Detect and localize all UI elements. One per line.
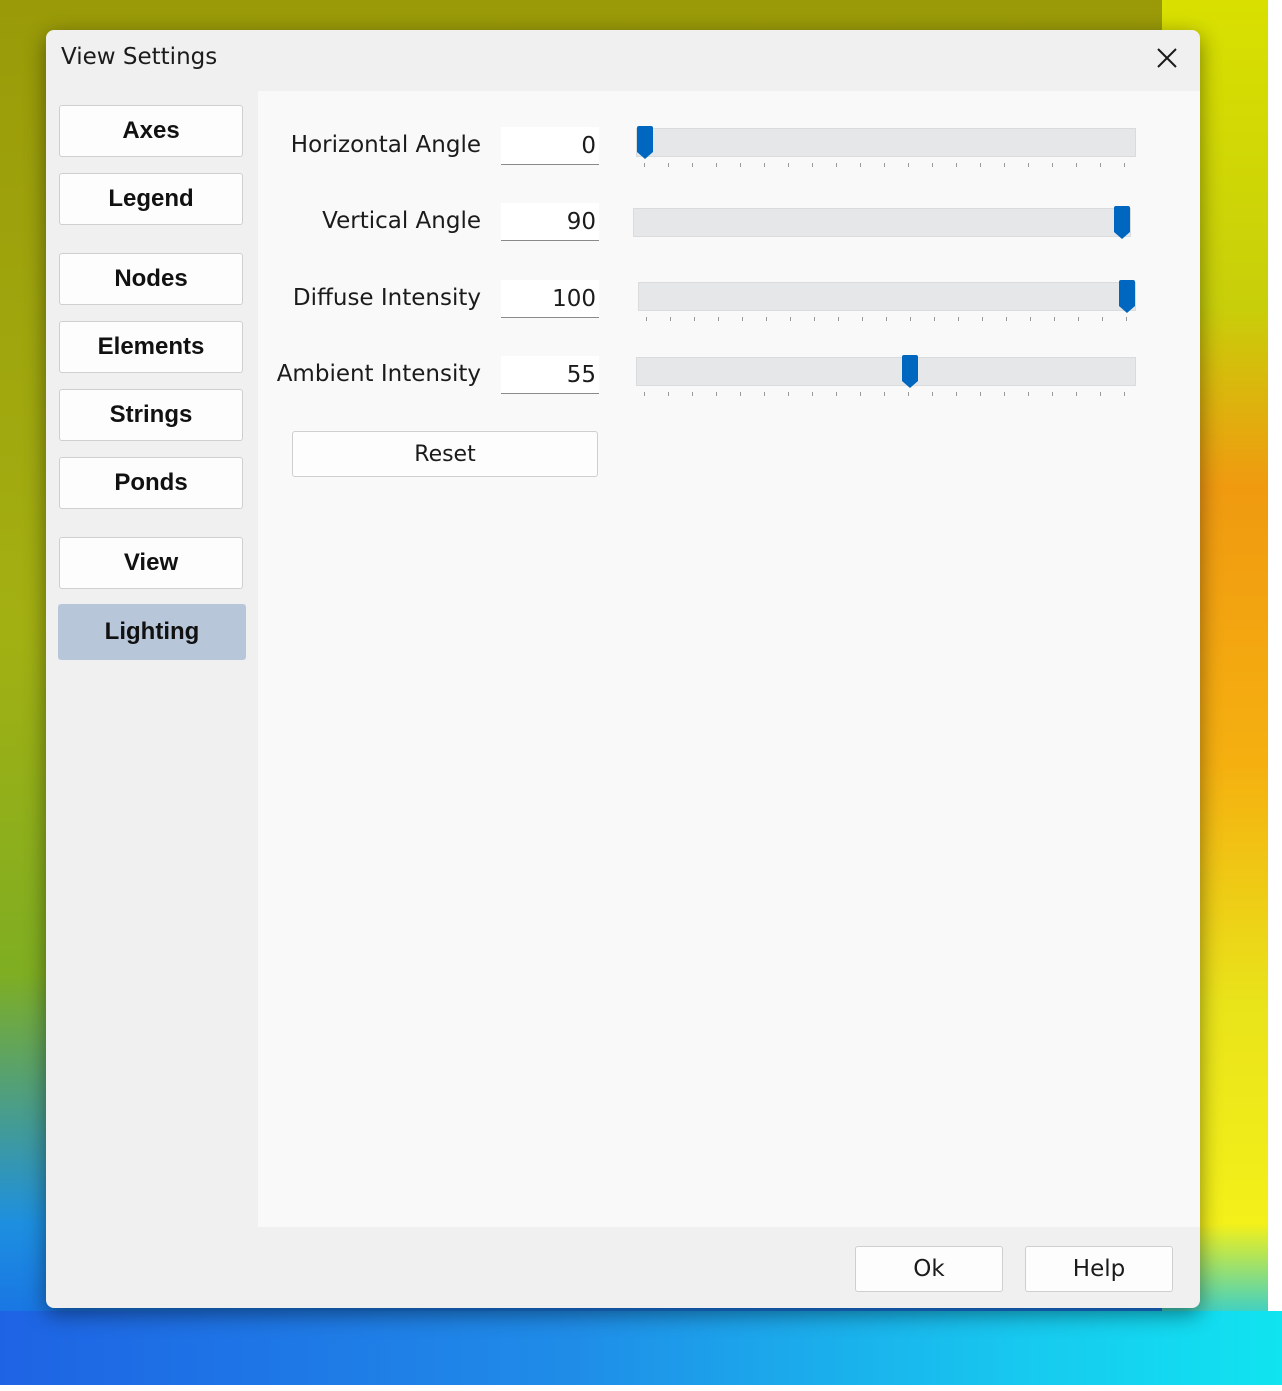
nav-ponds-button[interactable]: Ponds	[59, 457, 243, 509]
vertical-angle-label: Vertical Angle	[322, 208, 481, 234]
ambient-intensity-slider[interactable]	[636, 355, 1136, 401]
ok-button[interactable]: Ok	[855, 1246, 1003, 1292]
background-rim	[1268, 0, 1282, 1391]
ambient-intensity-input[interactable]: 55	[501, 356, 599, 394]
diffuse-intensity-slider[interactable]	[638, 280, 1136, 326]
slider-track	[638, 282, 1136, 311]
nav-legend-button[interactable]: Legend	[59, 173, 243, 225]
help-button[interactable]: Help	[1025, 1246, 1173, 1292]
nav-view-button[interactable]: View	[59, 537, 243, 589]
diffuse-intensity-label: Diffuse Intensity	[292, 285, 481, 311]
nav-elements-button[interactable]: Elements	[59, 321, 243, 373]
slider-track	[636, 128, 1136, 157]
slider-thumb-icon[interactable]	[1118, 280, 1136, 314]
slider-thumb-icon[interactable]	[1113, 206, 1131, 240]
horizontal-angle-slider[interactable]	[636, 126, 1136, 172]
horizontal-angle-label: Horizontal Angle	[290, 132, 481, 158]
slider-track	[636, 357, 1136, 386]
lighting-panel: Horizontal Angle 0 Vertical Angle 90 Dif…	[258, 91, 1200, 1227]
nav-nodes-button[interactable]: Nodes	[59, 253, 243, 305]
ambient-intensity-label: Ambient Intensity	[276, 361, 481, 387]
slider-ticks	[644, 392, 1128, 396]
horizontal-angle-input[interactable]: 0	[501, 127, 599, 165]
slider-track	[633, 208, 1131, 237]
nav-strings-button[interactable]: Strings	[59, 389, 243, 441]
diffuse-intensity-input[interactable]: 100	[501, 280, 599, 318]
background-terrain-bottom	[0, 1311, 1282, 1391]
reset-button[interactable]: Reset	[292, 431, 598, 477]
close-icon	[1157, 48, 1177, 68]
view-settings-dialog: View Settings Axes Legend Nodes Elements…	[46, 30, 1200, 1308]
background-bottom-rim	[0, 1385, 1282, 1391]
slider-ticks	[644, 163, 1128, 167]
slider-thumb-icon[interactable]	[901, 355, 919, 389]
slider-thumb-icon[interactable]	[636, 126, 654, 160]
nav-axes-button[interactable]: Axes	[59, 105, 243, 157]
vertical-angle-input[interactable]: 90	[501, 203, 599, 241]
vertical-angle-slider[interactable]	[633, 206, 1131, 252]
dialog-title: View Settings	[61, 44, 218, 70]
close-button[interactable]	[1146, 40, 1188, 76]
slider-ticks	[646, 317, 1128, 321]
nav-lighting-button[interactable]: Lighting	[58, 604, 246, 660]
